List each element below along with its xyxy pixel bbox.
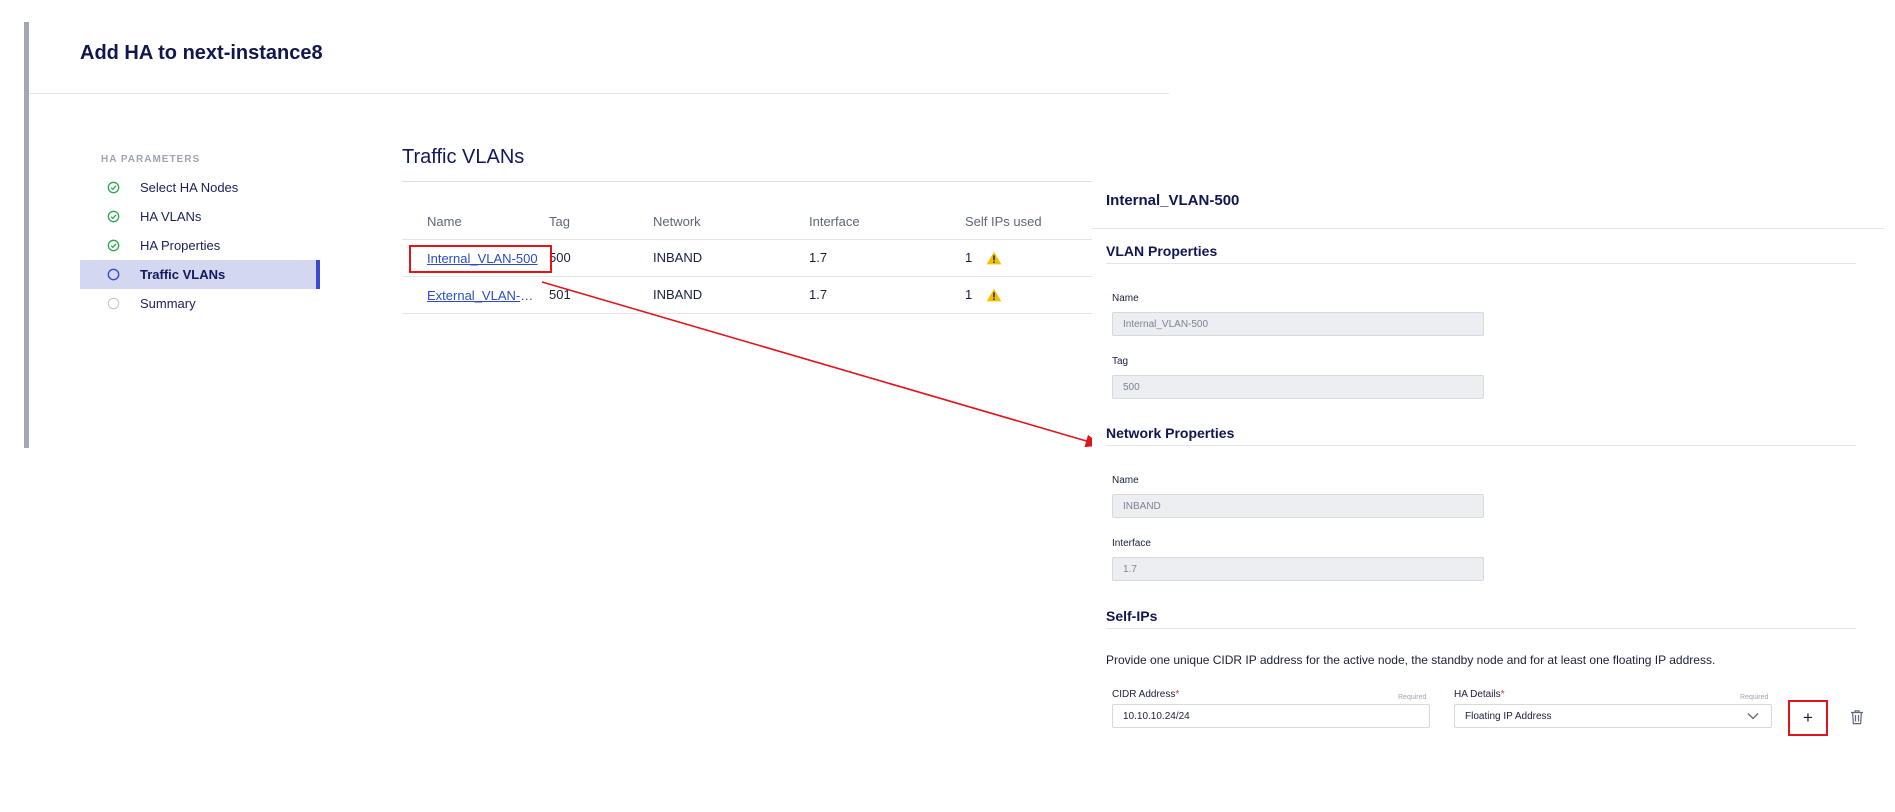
- panel-divider: [1092, 228, 1884, 229]
- vlan-name-field: Internal_VLAN-500: [1112, 312, 1484, 336]
- panel-title: Internal_VLAN-500: [1106, 192, 1240, 209]
- network-interface-field: 1.7: [1112, 557, 1484, 581]
- ha-details-value: Floating IP Address: [1465, 710, 1552, 722]
- required-marker: *: [1175, 689, 1180, 700]
- self-ips-divider: [1106, 628, 1856, 629]
- ha-details-label: HA Details*: [1454, 689, 1505, 700]
- delete-self-ip-button[interactable]: [1846, 704, 1868, 730]
- cidr-address-label: CIDR Address*: [1112, 689, 1179, 700]
- network-properties-title: Network Properties: [1106, 425, 1235, 441]
- vlan-properties-title: VLAN Properties: [1106, 243, 1218, 259]
- chevron-down-icon: [1747, 713, 1759, 720]
- cidr-address-input[interactable]: 10.10.10.24/24: [1112, 704, 1430, 728]
- vlan-tag-field: 500: [1112, 375, 1484, 399]
- vlan-detail-panel: Internal_VLAN-500 VLAN Properties Name I…: [1092, 180, 1895, 740]
- trash-icon: [1851, 710, 1863, 725]
- network-properties-divider: [1106, 445, 1856, 446]
- required-marker: *: [1500, 689, 1505, 700]
- cidr-address-label-text: CIDR Address: [1112, 689, 1176, 700]
- ha-required-hint: Required: [1740, 694, 1769, 701]
- ha-details-label-text: HA Details: [1454, 689, 1501, 700]
- network-interface-label: Interface: [1112, 538, 1151, 549]
- ha-details-select[interactable]: Floating IP Address: [1454, 704, 1772, 728]
- vlan-name-label: Name: [1112, 293, 1139, 304]
- vlan-tag-label: Tag: [1112, 356, 1129, 367]
- add-self-ip-button[interactable]: +: [1788, 700, 1828, 736]
- self-ips-note: Provide one unique CIDR IP address for t…: [1106, 653, 1716, 667]
- cidr-required-hint: Required: [1398, 694, 1427, 701]
- network-name-field: INBAND: [1112, 494, 1484, 518]
- self-ips-title: Self-IPs: [1106, 608, 1158, 624]
- vlan-properties-divider: [1106, 263, 1856, 264]
- network-name-label: Name: [1112, 475, 1139, 486]
